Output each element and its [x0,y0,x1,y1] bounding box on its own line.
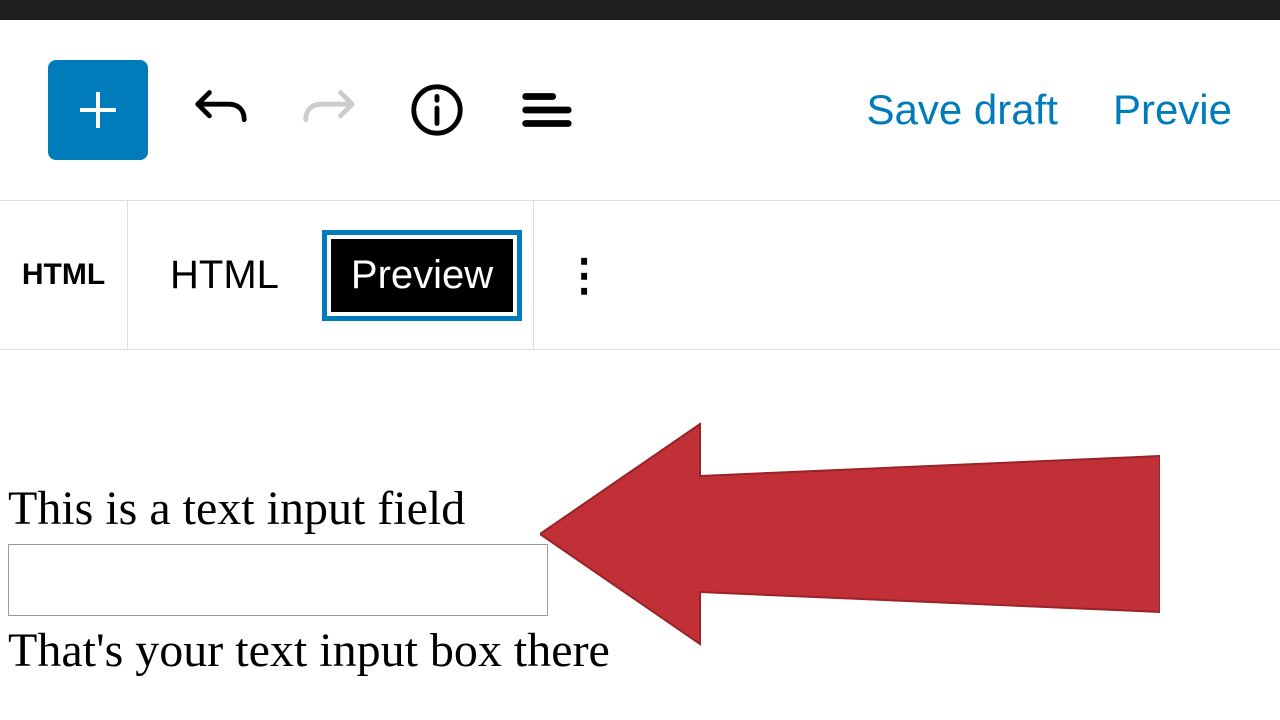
caption-text: That's your text input box there [8,622,1280,680]
block-type-label[interactable]: HTML [0,201,128,349]
outline-icon [516,81,574,139]
undo-icon [192,81,250,139]
redo-icon [300,81,358,139]
admin-bar [0,0,1280,20]
info-button[interactable] [402,75,472,145]
editor-toolbar: Save draft Previe [0,20,1280,200]
more-options-button[interactable]: ⋮ [534,201,634,349]
text-input-field[interactable] [8,544,548,616]
block-toolbar: HTML HTML Preview ⋮ [0,200,1280,350]
redo-button[interactable] [294,75,364,145]
preview-button[interactable]: Previe [1113,86,1232,134]
heading-text: This is a text input field [8,480,1280,538]
tab-preview[interactable]: Preview [331,239,513,312]
save-draft-button[interactable]: Save draft [866,86,1057,134]
tab-html[interactable]: HTML [148,235,301,316]
block-mode-tabs: HTML Preview [128,201,534,349]
info-icon [408,81,466,139]
outline-button[interactable] [510,75,580,145]
toolbar-right: Save draft Previe [866,86,1232,134]
toolbar-left [48,60,580,160]
undo-button[interactable] [186,75,256,145]
plus-icon [74,86,122,134]
kebab-icon: ⋮ [562,250,606,301]
block-content: This is a text input field That's your t… [0,350,1280,679]
add-block-button[interactable] [48,60,148,160]
